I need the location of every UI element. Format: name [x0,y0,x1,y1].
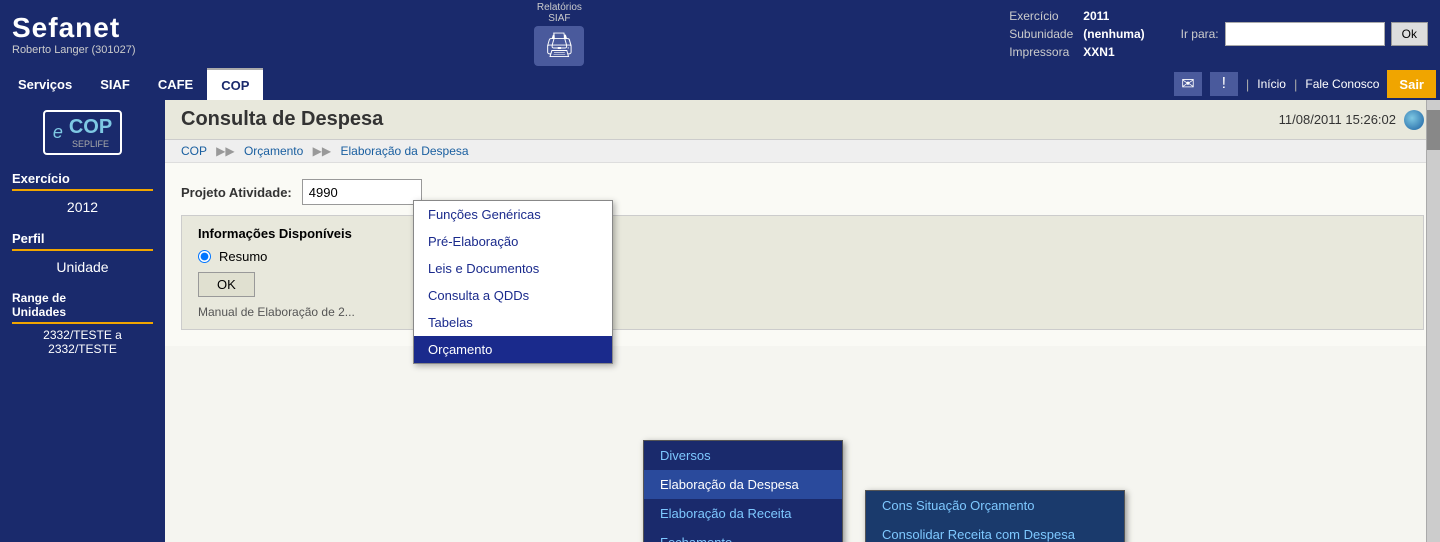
impressora-value: XXN1 [1079,44,1148,60]
breadcrumb-sep2: ▶▶ [313,144,331,158]
alert-icon-btn[interactable]: ! [1210,72,1238,96]
sidebar-range-value: 2332/TESTE a2332/TESTE [12,328,153,356]
cop-menu-pre-elaboracao[interactable]: Pré-Elaboração [414,228,612,255]
resumo-row: Resumo [198,249,1407,264]
ir-para-input[interactable] [1225,22,1385,46]
nav-right: ✉ ! | Início | Fale Conosco Sair [1174,68,1436,100]
header-right: 11/08/2011 15:26:02 [1279,110,1424,130]
impressora-label: Impressora [1005,44,1077,60]
navbar: Serviços SIAF CAFE COP ✉ ! | Início | Fa… [0,68,1440,100]
orc-menu-elaboracao-despesa[interactable]: Elaboração da Despesa [644,470,842,499]
sidebar-perfil-value: Unidade [12,255,153,279]
goto-area: Ir para: Ok [1181,22,1428,46]
scrollbar[interactable] [1426,100,1440,542]
cop-menu-leis[interactable]: Leis e Documentos [414,255,612,282]
scrollbar-thumb[interactable] [1427,110,1440,150]
projeto-input[interactable] [302,179,422,205]
datetime: 11/08/2011 15:26:02 [1279,112,1396,127]
breadcrumb-sep1: ▶▶ [216,144,234,158]
nav-siaf[interactable]: SIAF [86,68,144,100]
form-area: Projeto Atividade: Informações Disponíve… [165,163,1440,346]
printer-icon[interactable]: 🖨 [534,26,584,66]
ir-para-button[interactable]: Ok [1391,22,1428,46]
orcamento-submenu[interactable]: Diversos Elaboração da Despesa Elaboraçã… [643,440,843,542]
breadcrumb-elaboracao: Elaboração da Despesa [340,144,468,158]
subunidade-value: (nenhuma) [1079,26,1148,42]
exercicio-value: 2011 [1079,8,1148,24]
main-area: e COP SEPLIFE Exercício 2012 Perfil Unid… [0,100,1440,542]
nav-servicos[interactable]: Serviços [4,68,86,100]
nav-sep2: | [1294,77,1297,92]
nav-sep1: | [1246,77,1249,92]
subunidade-label: Subunidade [1005,26,1077,42]
info-section: Informações Disponíveis Resumo OK Manual… [181,215,1424,330]
cop-sep-text: SEPLIFE [69,139,112,149]
fech-menu-consolidar[interactable]: Consolidar Receita com Despesa [866,520,1124,542]
cop-menu-funcoes[interactable]: Funções Genéricas [414,201,612,228]
sidebar-perfil-section: Perfil Unidade [0,225,165,285]
manual-text[interactable]: Manual de Elaboração de 2... [198,305,1407,319]
cop-logo-box: e COP SEPLIFE [43,110,122,155]
orc-menu-diversos[interactable]: Diversos [644,441,842,470]
sidebar-range-section: Range deUnidades 2332/TESTE a2332/TESTE [0,285,165,362]
reports-area: RelatóriosSIAF 🖨 [534,2,584,66]
fech-menu-cons-situacao[interactable]: Cons Situação Orçamento [866,491,1124,520]
orc-menu-fechamento[interactable]: Fechamento [644,528,842,542]
content-area: Consulta de Despesa 11/08/2011 15:26:02 … [165,100,1440,542]
cop-menu-orcamento[interactable]: Orçamento [414,336,612,363]
breadcrumb: COP ▶▶ Orçamento ▶▶ Elaboração da Despes… [165,140,1440,163]
breadcrumb-orcamento[interactable]: Orçamento [244,144,303,158]
info-title: Informações Disponíveis [198,226,1407,241]
content-header: Consulta de Despesa 11/08/2011 15:26:02 [165,100,1440,140]
ir-para-label: Ir para: [1181,27,1219,41]
fechamento-submenu[interactable]: Cons Situação Orçamento Consolidar Recei… [865,490,1125,542]
mail-icon-btn[interactable]: ✉ [1174,72,1202,96]
nav-fale-conosco[interactable]: Fale Conosco [1305,77,1379,91]
sidebar-exercicio-title: Exercício [12,171,153,191]
projeto-label: Projeto Atividade: [181,185,292,200]
nav-cop[interactable]: COP [207,68,263,100]
ok-button[interactable]: OK [198,272,255,297]
breadcrumb-cop[interactable]: COP [181,144,207,158]
system-info: Exercício 2011 Subunidade (nenhuma) Impr… [1003,6,1150,62]
page-title: Consulta de Despesa [181,108,383,131]
cop-logo-text: COP [69,116,112,139]
logo-area: Sefanet Roberto Langer (301027) [12,12,136,56]
cop-menu-tabelas[interactable]: Tabelas [414,309,612,336]
cop-e-icon: e [53,122,63,143]
projeto-row: Projeto Atividade: [181,179,1424,205]
sidebar-perfil-title: Perfil [12,231,153,251]
orc-menu-elaboracao-receita[interactable]: Elaboração da Receita [644,499,842,528]
nav-items: Serviços SIAF CAFE COP [4,68,1174,100]
header: Sefanet Roberto Langer (301027) Relatóri… [0,0,1440,68]
reports-label: RelatóriosSIAF [534,2,584,24]
sidebar: e COP SEPLIFE Exercício 2012 Perfil Unid… [0,100,165,542]
globe-icon [1404,110,1424,130]
sidebar-exercicio-section: Exercício 2012 [0,165,165,225]
sidebar-logo: e COP SEPLIFE [0,110,165,155]
nav-cafe[interactable]: CAFE [144,68,207,100]
exercicio-label: Exercício [1005,8,1077,24]
resumo-radio[interactable] [198,250,211,263]
nav-inicio[interactable]: Início [1257,77,1286,91]
cop-menu-consulta-qdds[interactable]: Consulta a QDDs [414,282,612,309]
sidebar-range-title: Range deUnidades [12,291,153,324]
cop-dropdown-menu[interactable]: Funções Genéricas Pré-Elaboração Leis e … [413,200,613,364]
sidebar-exercicio-value: 2012 [12,195,153,219]
nav-sair-btn[interactable]: Sair [1387,70,1436,98]
resumo-label: Resumo [219,249,267,264]
app-name: Sefanet [12,12,136,44]
user-info: Roberto Langer (301027) [12,44,136,56]
